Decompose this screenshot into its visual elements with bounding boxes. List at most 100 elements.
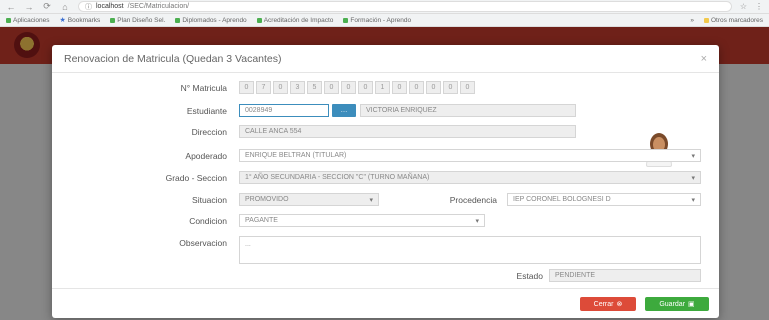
matricula-digit: 0 [426,81,441,94]
matricula-digit: 0 [324,81,339,94]
bookmark-plan[interactable]: Plan Diseño Sel. [110,17,165,24]
estado-label: Estado [516,270,543,281]
observacion-textarea[interactable]: ... [239,236,701,264]
chevron-down-icon: ▾ [475,217,479,225]
chevron-down-icon: ▾ [691,174,695,182]
direccion-row: Direccion CALLE ANCA 554 [52,125,719,138]
other-bookmarks[interactable]: Otros marcadores [703,16,763,24]
bookmark-label: Plan Diseño Sel. [117,16,166,24]
estudiante-code-input[interactable]: 0028949 [239,104,329,117]
forward-icon[interactable]: → [24,2,34,12]
grado-select[interactable]: 1° AÑO SECUNDARIA - SECCION "C" (TURNO M… [239,171,701,184]
star-icon: ★ [59,17,66,24]
search-student-button[interactable]: … [332,104,356,117]
back-icon[interactable]: ← [6,2,16,12]
reload-icon[interactable]: ⟳ [42,1,52,12]
grado-row: Grado - Seccion 1° AÑO SECUNDARIA - SECC… [52,171,719,184]
home-icon[interactable]: ⌂ [60,2,70,12]
bookmark-label: Diplomados - Aprendo [182,16,247,24]
procedencia-select[interactable]: IEP CORONEL BOLOGNESI D ▾ [507,193,701,206]
matricula-digit: 0 [341,81,356,94]
apoderado-label: Apoderado [185,150,227,161]
browser-actions: ☆ ⋮ [740,2,763,11]
matricula-digit: 0 [273,81,288,94]
renewal-modal: Renovacion de Matricula (Quedan 3 Vacant… [52,45,719,318]
close-icon[interactable]: × [701,53,707,65]
matricula-digit: 0 [358,81,373,94]
direccion-label: Direccion [191,126,227,137]
condicion-label: Condicion [189,215,227,226]
cancel-button[interactable]: Cerrar ⊗ [580,297,636,311]
bookmark-acreditacion[interactable]: Acreditación de Impacto [256,16,334,24]
observacion-label: Observacion [179,238,227,248]
modal-header: Renovacion de Matricula (Quedan 3 Vacant… [52,45,719,73]
matricula-digit: 7 [256,81,271,94]
estado-row: Estado PENDIENTE [52,269,719,282]
save-icon: ▣ [688,301,695,308]
apoderado-select[interactable]: ENRIQUE BELTRAN (TITULAR) ▾ [239,149,701,162]
page-icon [256,17,262,23]
estudiante-label: Estudiante [186,105,227,116]
bookmark-label: Bookmarks [67,16,101,24]
cancel-label: Cerrar [593,300,614,308]
matricula-digit: 0 [460,81,475,94]
folder-icon [703,17,709,23]
modal-title: Renovacion de Matricula (Quedan 3 Vacant… [64,52,282,65]
bookmark-bookmarks[interactable]: ★ Bookmarks [59,16,101,25]
bookmark-apps[interactable]: Aplicaciones [6,17,50,24]
situacion-value: PROMOVIDO [245,196,289,203]
procedencia-value: IEP CORONEL BOLOGNESI D [513,196,611,203]
url-path: /SEC/Matriculacion/ [127,3,190,10]
bookmark-label: Aplicaciones [13,16,50,24]
bookmark-formacion[interactable]: Formación - Aprendo [343,17,411,24]
info-icon: ⓘ [85,3,92,11]
address-bar[interactable]: ⓘ localhost /SEC/Matriculacion/ [78,1,732,12]
matricula-label: N° Matricula [180,82,227,93]
bookmark-star-icon[interactable]: ☆ [740,2,747,11]
observacion-row: Observacion ... [52,236,719,264]
condicion-select[interactable]: PAGANTE ▾ [239,214,485,227]
page-icon [175,17,181,23]
chevron-down-icon: ▾ [691,196,695,204]
procedencia-label: Procedencia [449,194,497,205]
condicion-value: PAGANTE [245,217,278,224]
modal-footer: Cerrar ⊗ Guardar ▣ [52,288,719,318]
matricula-digit: 1 [375,81,390,94]
more-bookmarks-icon[interactable]: » [690,17,694,24]
bookmark-diplomados[interactable]: Diplomados - Aprendo [175,16,247,24]
close-circle-icon: ⊗ [616,301,623,308]
matricula-digit: 0 [443,81,458,94]
page-icon [343,17,349,23]
bookmark-label: Formación - Aprendo [350,16,412,24]
matricula-digit: 3 [290,81,305,94]
matricula-digit: 0 [239,81,254,94]
matricula-digit: 5 [307,81,322,94]
estado-field: PENDIENTE [549,269,701,282]
bookmarks-bar: Aplicaciones ★ Bookmarks Plan Diseño Sel.… [0,14,769,27]
apps-icon [6,17,11,23]
estudiante-name-field: VICTORIA ENRIQUEZ [360,104,576,117]
page-icon [110,17,116,23]
apoderado-value: ENRIQUE BELTRAN (TITULAR) [245,152,347,159]
save-label: Guardar [659,300,686,308]
chevron-down-icon: ▾ [691,152,695,160]
bookmark-label: Otros marcadores [710,16,763,24]
bookmarks-right: » Otros marcadores [690,17,763,24]
grado-value: 1° AÑO SECUNDARIA - SECCION "C" (TURNO M… [245,174,430,181]
url-host: localhost [96,3,124,10]
bookmark-label: Acreditación de Impacto [263,16,334,24]
matricula-digit: 0 [392,81,407,94]
condicion-row: Condicion PAGANTE ▾ [52,214,719,227]
browser-toolbar: ← → ⟳ ⌂ ⓘ localhost /SEC/Matriculacion/ … [0,0,769,14]
save-button[interactable]: Guardar ▣ [645,297,709,311]
apoderado-row: Apoderado ENRIQUE BELTRAN (TITULAR) ▾ [52,149,719,162]
menu-icon[interactable]: ⋮ [755,2,763,11]
situacion-row: Situacion PROMOVIDO ▾ Procedencia IEP CO… [52,193,719,206]
situacion-label: Situacion [192,194,227,205]
direccion-field: CALLE ANCA 554 [239,125,576,138]
matricula-digits: 07035000100000 [239,81,475,94]
estudiante-row: Estudiante 0028949 … VICTORIA ENRIQUEZ [52,104,719,117]
grado-label: Grado - Seccion [165,172,227,183]
matricula-row: N° Matricula 07035000100000 [52,81,719,94]
matricula-digit: 0 [409,81,424,94]
